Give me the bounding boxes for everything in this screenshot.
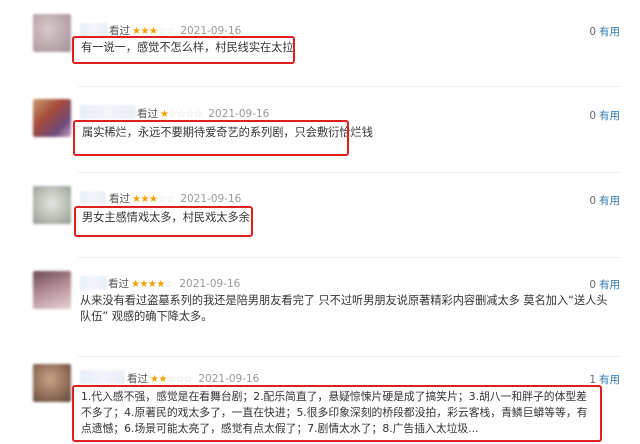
- useful-vote[interactable]: 0 有用: [589, 24, 620, 39]
- review-date: 2021-09-16: [180, 193, 242, 205]
- useful-link[interactable]: 有用: [599, 279, 620, 291]
- review-meta: 看过 ★☆☆☆☆ 2021-09-16: [137, 106, 269, 121]
- review-meta: 看过 ★★★★☆ 2021-09-16: [108, 276, 240, 291]
- review-text: 从来没有看过盗墓系列的我还是陪男朋友看完了 只不过听男朋友说原著精彩内容删减太多…: [80, 293, 625, 325]
- useful-count: 0: [589, 279, 596, 291]
- username[interactable]: [80, 276, 107, 290]
- review-text-line: 从来没有看过盗墓系列的我还是陪男朋友看完了 只不过听男朋友说原著精彩内容删减太多…: [80, 294, 608, 307]
- divider: [78, 172, 620, 173]
- username[interactable]: [80, 370, 125, 384]
- username[interactable]: [80, 105, 136, 119]
- review-date: 2021-09-16: [208, 108, 270, 120]
- username[interactable]: [80, 23, 108, 37]
- watched-label: 看过: [127, 373, 148, 385]
- divider: [78, 356, 620, 357]
- watched-label: 看过: [108, 278, 129, 290]
- watched-label: 看过: [137, 108, 158, 120]
- review-date: 2021-09-16: [198, 373, 260, 385]
- useful-vote[interactable]: 0 有用: [589, 193, 620, 208]
- useful-link[interactable]: 有用: [599, 374, 620, 386]
- review-meta: 看过 ★★☆☆☆ 2021-09-16: [127, 371, 259, 386]
- review-text-line: 队伍” 观感的确下降太多。: [80, 310, 213, 323]
- divider: [78, 257, 620, 258]
- avatar[interactable]: [33, 14, 71, 52]
- useful-link[interactable]: 有用: [599, 110, 620, 122]
- rating-stars: ★★☆☆☆: [150, 374, 193, 385]
- rating-stars: ★☆☆☆☆: [160, 109, 203, 120]
- useful-count: 0: [589, 26, 596, 38]
- rating-stars: ★★★☆☆: [132, 194, 175, 205]
- rating-stars: ★★★★☆: [131, 279, 174, 290]
- avatar[interactable]: [33, 364, 71, 402]
- review-meta: 看过 ★★★☆☆ 2021-09-16: [109, 191, 241, 206]
- useful-count: 0: [589, 195, 596, 207]
- highlight-box: [72, 36, 295, 64]
- useful-link[interactable]: 有用: [599, 26, 620, 38]
- avatar[interactable]: [33, 99, 71, 137]
- avatar[interactable]: [33, 271, 71, 309]
- highlight-box: [73, 120, 349, 156]
- username[interactable]: [80, 191, 106, 205]
- avatar[interactable]: [33, 186, 71, 224]
- highlight-box: [74, 206, 253, 237]
- review-date: 2021-09-16: [179, 278, 241, 290]
- highlight-box: [72, 385, 602, 442]
- useful-link[interactable]: 有用: [599, 195, 620, 207]
- watched-label: 看过: [109, 193, 130, 205]
- useful-count: 0: [589, 110, 596, 122]
- useful-vote[interactable]: 0 有用: [589, 277, 620, 292]
- useful-vote[interactable]: 0 有用: [589, 108, 620, 123]
- divider: [78, 86, 620, 87]
